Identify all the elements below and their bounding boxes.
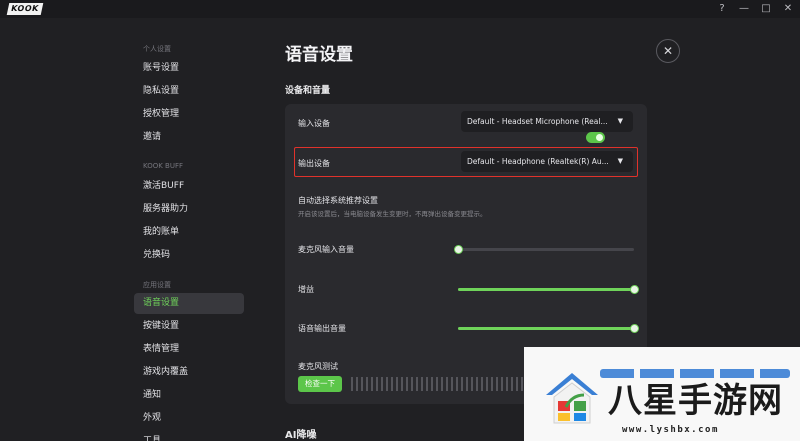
section-title-personal: 个人设置 <box>143 45 171 53</box>
input-device-label: 输入设备 <box>298 119 330 128</box>
sidebar-item-my-bills[interactable]: 我的账单 <box>134 222 244 243</box>
sidebar-item-privacy[interactable]: 隐私设置 <box>134 81 244 102</box>
sidebar-item-server-boost[interactable]: 服务器助力 <box>134 199 244 220</box>
watermark-bar <box>600 369 790 378</box>
output-device-highlight <box>294 147 638 177</box>
help-icon[interactable]: ? <box>716 2 728 16</box>
watermark-logo-icon <box>546 373 598 424</box>
watermark: 八星手游网 www.lyshbx.com <box>524 347 800 441</box>
minimize-icon[interactable]: — <box>738 2 750 16</box>
close-window-icon[interactable]: ✕ <box>782 2 794 16</box>
sidebar-item-activate-buff[interactable]: 激活BUFF <box>134 176 244 197</box>
chevron-down-icon: ▼ <box>617 117 623 125</box>
auto-select-label: 自动选择系统推荐设置 <box>298 196 378 205</box>
sidebar-item-appearance[interactable]: 外观 <box>134 408 244 429</box>
mic-test-button[interactable]: 检查一下 <box>298 376 342 392</box>
page-title: 语音设置 <box>285 45 353 65</box>
maximize-icon[interactable]: □ <box>760 2 772 16</box>
sidebar-item-overlay[interactable]: 游戏内覆盖 <box>134 362 244 383</box>
sidebar-item-voice-settings[interactable]: 语音设置 <box>134 293 244 314</box>
slider-thumb[interactable] <box>630 285 639 294</box>
kook-logo: KOOK <box>6 3 43 15</box>
sidebar-item-tools[interactable]: 工具 <box>134 431 244 441</box>
sidebar-item-keybinds[interactable]: 按键设置 <box>134 316 244 337</box>
section-title-app: 应用设置 <box>143 281 171 289</box>
mic-test-label: 麦克风测试 <box>298 362 338 371</box>
settings-sidebar: 个人设置 账号设置 隐私设置 授权管理 邀请 KOOK BUFF 激活BUFF … <box>0 18 255 441</box>
slider-thumb[interactable] <box>454 245 463 254</box>
sidebar-item-notifications[interactable]: 通知 <box>134 385 244 406</box>
close-settings-button[interactable]: ✕ <box>656 39 680 63</box>
input-device-select[interactable]: Default - Headset Microphone (Real... ▼ <box>461 111 633 132</box>
auto-select-desc: 开启该设置后，当电脑设备发生变更时，不再弹出设备变更提示。 <box>298 210 487 218</box>
sidebar-item-account[interactable]: 账号设置 <box>134 58 244 79</box>
sidebar-item-authorization[interactable]: 授权管理 <box>134 104 244 125</box>
mic-level-meter <box>351 377 531 391</box>
section-title-kookbuff: KOOK BUFF <box>143 162 184 170</box>
auto-select-toggle[interactable] <box>586 132 605 143</box>
section-devices-title: 设备和音量 <box>285 86 331 96</box>
input-device-value: Default - Headset Microphone (Real... <box>467 117 608 126</box>
output-volume-slider[interactable] <box>458 324 639 333</box>
slider-thumb[interactable] <box>630 324 639 333</box>
mic-volume-label: 麦克风输入音量 <box>298 245 354 254</box>
title-bar: KOOK ? — □ ✕ <box>0 0 800 18</box>
mic-volume-slider[interactable] <box>454 245 634 254</box>
slider-fill <box>458 288 634 291</box>
sidebar-item-redeem-code[interactable]: 兑换码 <box>134 245 244 266</box>
watermark-url: www.lyshbx.com <box>622 425 719 435</box>
gain-slider[interactable] <box>458 285 639 294</box>
sidebar-item-emoji[interactable]: 表情管理 <box>134 339 244 360</box>
section-ai-title: AI降噪 <box>285 430 317 441</box>
sidebar-item-invite[interactable]: 邀请 <box>134 127 244 148</box>
window-controls: ? — □ ✕ <box>716 2 794 16</box>
watermark-text: 八星手游网 <box>608 381 783 421</box>
slider-fill <box>458 327 634 330</box>
gain-label: 增益 <box>298 285 314 294</box>
toggle-knob <box>596 134 603 141</box>
output-volume-label: 语音输出音量 <box>298 324 346 333</box>
